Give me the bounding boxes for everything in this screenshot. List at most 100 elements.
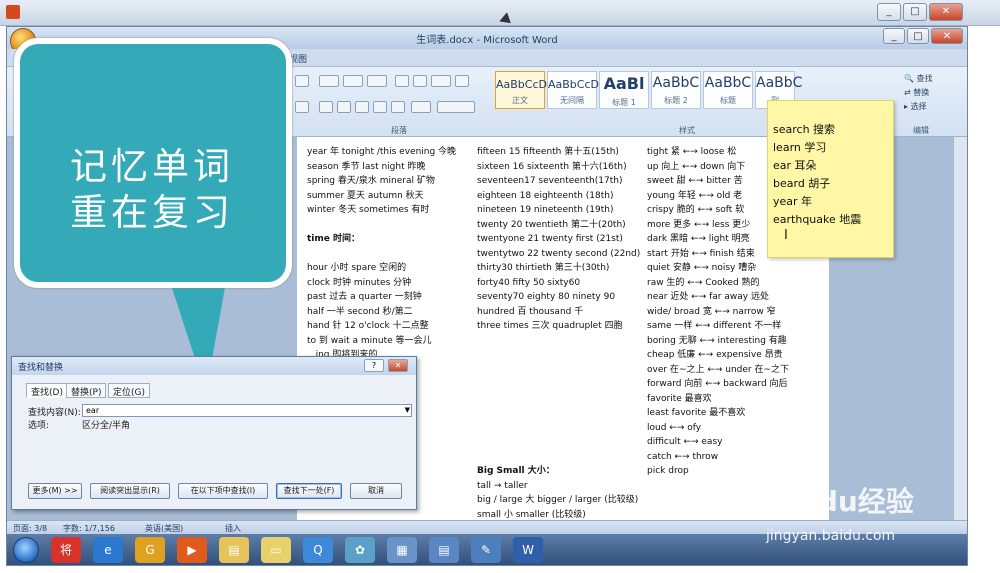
select-command[interactable]: ▸ 选择 [904, 101, 927, 112]
find-what-input[interactable]: ear ▼ [82, 404, 412, 417]
sort-icon[interactable] [431, 75, 451, 87]
watermark-url: jingyan.baidu.com [766, 528, 896, 544]
find-in-button[interactable]: 在以下项中查找(I) [178, 483, 268, 499]
doc-line: forward 向前 ←→ backward 向后 [647, 379, 788, 389]
doc-line: loud ←→ ofy [647, 422, 702, 433]
bubble-text: 记忆单词 重在复习 [70, 144, 270, 236]
doc-line: catch ←→ throw [647, 451, 719, 462]
sticky-item: ear 耳朵 [773, 159, 817, 172]
reading-highlight-button[interactable]: 阅读突出显示(R) [90, 483, 170, 499]
doc-line: seventy70 eighty 80 ninety 90 [477, 292, 616, 302]
word-minimize-button[interactable]: _ [883, 28, 905, 44]
doc-line: twentytwo 22 twenty second (22nd) [477, 248, 641, 259]
bubble-line-2: 重在复习 [70, 191, 234, 234]
doc-line: pick drop [647, 466, 689, 476]
minimize-button[interactable]: _ [877, 3, 901, 21]
doc-line: eighteen 18 eighteenth (18th) [477, 190, 614, 201]
doc-line: dark 黑暗 ←→ light 明亮 [647, 234, 750, 244]
style-preview: AaBbCcDd [496, 78, 554, 91]
dialog-close-button[interactable]: ✕ [388, 359, 408, 372]
numbering-icon[interactable] [343, 75, 363, 87]
taskbar-app-icon[interactable]: 将 [51, 537, 81, 563]
sticky-item: beard 胡子 [773, 177, 831, 190]
doc-line: same 一样 ←→ different 不一样 [647, 321, 782, 331]
doc-line: up 向上 ←→ down 向下 [647, 161, 746, 172]
style-normal[interactable]: AaBbCcDd 正文 [495, 71, 554, 109]
find-what-label: 查找内容(N): [28, 408, 81, 418]
taskbar-app-icon[interactable]: ▤ [219, 537, 249, 563]
text-cursor-icon: I [784, 228, 788, 243]
tab-replace[interactable]: 替换(P) [66, 383, 107, 398]
style-preview: AaBbC [704, 75, 752, 91]
style-heading-1[interactable]: AaBl 标题 1 [599, 71, 649, 109]
taskbar-app-icon[interactable]: ▭ [261, 537, 291, 563]
bullets-icon[interactable] [319, 75, 339, 87]
find-command[interactable]: 🔍 查找 [904, 73, 933, 84]
style-heading-2[interactable]: AaBbC 标题 2 [651, 71, 701, 109]
doc-line: to 到 wait a minute 等一会儿 [307, 335, 432, 346]
doc-line: forty40 fifty 50 sixty60 [477, 277, 581, 288]
style-title[interactable]: AaBbC 标题 [703, 71, 753, 109]
borders-icon[interactable] [437, 101, 475, 113]
find-replace-dialog: 查找和替换 ? ✕ 查找(D) 替换(P) 定位(G) 查找内容(N): ear… [11, 356, 417, 510]
page-count[interactable]: 页面: 3/8 [13, 523, 47, 534]
doc-line: near 近处 ←→ far away 远处 [647, 292, 769, 302]
tab-goto[interactable]: 定位(G) [108, 383, 150, 398]
dropdown-arrow-icon[interactable]: ▼ [405, 405, 410, 416]
close-button[interactable]: ✕ [929, 3, 963, 21]
multilevel-list-icon[interactable] [367, 75, 387, 87]
maximize-button[interactable]: □ [903, 3, 927, 21]
doc-line: hand 针 12 o'clock 十二点整 [307, 321, 429, 331]
font-color-icon[interactable] [295, 75, 309, 87]
distributed-icon[interactable] [391, 101, 405, 113]
decrease-indent-icon[interactable] [395, 75, 409, 87]
word-maximize-button[interactable]: □ [907, 28, 929, 44]
screen: _ □ ✕ 生词表.docx - Microsoft Word _ □ ✕ 视图 [0, 0, 1000, 573]
find-next-button[interactable]: 查找下一处(F) [276, 483, 342, 499]
doc-line: seventeen17 seventeenth(17th) [477, 176, 623, 186]
word-count[interactable]: 字数: 1/7,156 [63, 523, 115, 534]
taskbar-app-icon[interactable]: ▤ [429, 537, 459, 563]
taskbar-app-icon[interactable]: ✎ [471, 537, 501, 563]
watermark-brand: Baidu经验 [768, 485, 914, 518]
replace-command[interactable]: ⇄ 替换 [904, 87, 929, 98]
align-right-icon[interactable] [355, 101, 369, 113]
speech-bubble: 记忆单词 重在复习 [14, 38, 292, 288]
language[interactable]: 英语(美国) [145, 523, 183, 534]
taskbar-app-icon[interactable]: ▶ [177, 537, 207, 563]
style-name: 标题 1 [612, 98, 636, 107]
doc-line: favorite 最喜欢 [647, 393, 712, 404]
sticky-item: search 搜索 [773, 123, 836, 136]
style-preview: AaBbCcDd [548, 78, 606, 91]
taskbar-app-icon[interactable]: ✿ [345, 537, 375, 563]
select-command-label: 选择 [910, 102, 927, 111]
cancel-button[interactable]: 取消 [350, 483, 402, 499]
align-center-icon[interactable] [337, 101, 351, 113]
dialog-help-button[interactable]: ? [364, 359, 384, 372]
show-marks-icon[interactable] [455, 75, 469, 87]
word-close-button[interactable]: ✕ [931, 28, 963, 44]
dialog-title: 查找和替换 [12, 357, 416, 375]
sticky-item: year 年 [773, 195, 813, 208]
taskbar-app-icon[interactable]: G [135, 537, 165, 563]
replace-command-label: 替换 [913, 88, 930, 97]
taskbar-app-icon[interactable]: W [513, 537, 543, 563]
align-left-icon[interactable] [319, 101, 333, 113]
increase-indent-icon[interactable] [413, 75, 427, 87]
taskbar-app-icon[interactable]: Q [303, 537, 333, 563]
start-button[interactable] [13, 537, 39, 563]
insert-mode[interactable]: 插入 [225, 523, 241, 534]
style-name: 无间隔 [560, 96, 584, 105]
more-button[interactable]: 更多(M) >> [28, 483, 82, 499]
vertical-scrollbar[interactable] [953, 137, 967, 520]
doc-line: over 在~之上 ←→ under 在~之下 [647, 364, 790, 375]
paragraph-group-label: 段落 [391, 126, 407, 135]
line-spacing-icon[interactable] [411, 101, 431, 113]
taskbar-app-icon[interactable]: ▦ [387, 537, 417, 563]
style-no-spacing[interactable]: AaBbCcDd 无间隔 [547, 71, 606, 109]
taskbar-app-icon[interactable]: e [93, 537, 123, 563]
tab-find[interactable]: 查找(D) [26, 383, 68, 398]
shading-icon[interactable] [295, 101, 309, 113]
find-command-label: 查找 [916, 74, 933, 83]
justify-icon[interactable] [373, 101, 387, 113]
